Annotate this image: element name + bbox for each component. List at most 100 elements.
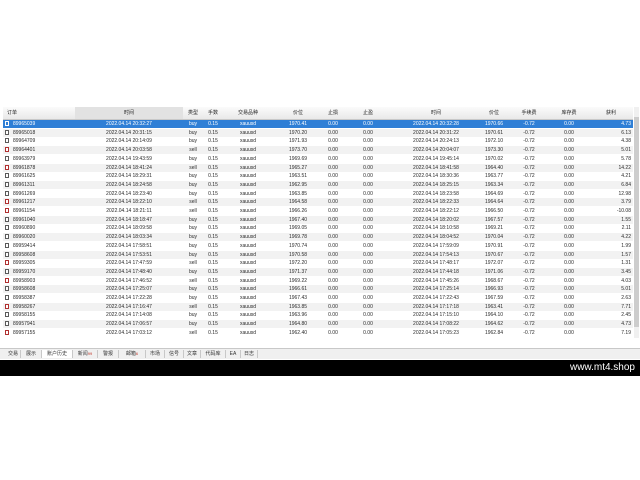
open-time-cell: 2022.04.14 17:06:57 [106,321,152,328]
ticket-cell: 89961217 [13,199,36,206]
table-row[interactable]: 89958608 2022.04.14 17:53:51 buy 0.15 xauusd… [3,250,633,259]
order-icon [5,164,9,170]
table-row[interactable]: 89957155 2022.04.14 17:03:12 sell 0.15 xauus… [3,329,633,337]
table-row[interactable]: 89960020 2022.04.14 18:03:34 buy 0.15 xauusd… [3,233,633,242]
order-icon [5,329,9,335]
table-row[interactable]: 89958387 2022.04.14 17:22:28 buy 0.15 xauusd… [3,294,633,302]
tab-3[interactable]: 新闻99 [73,350,98,358]
swap-cell: 0.00 [564,286,574,293]
symbol-cell: xauusd [239,295,257,301]
col-swap-header[interactable]: 库存费 [549,107,589,119]
tab-8[interactable]: 文章 [184,350,201,358]
tab-label: 市场 [149,351,160,357]
type-cell: buy [188,312,198,319]
tab-4[interactable]: 警报 [98,350,119,358]
commission-cell: -0.72 [523,303,535,310]
table-row[interactable]: 89965039 2022.04.14 20:32:27 buy 0.15 xauusd… [3,120,633,128]
tab-11[interactable]: 日志 [241,350,258,358]
col-close-price-header[interactable]: 价位 [479,107,509,119]
table-row[interactable]: 89961040 2022.04.14 18:18:47 buy 0.15 xauusd… [3,215,633,224]
open-time-cell: 2022.04.14 17:25:07 [106,286,152,293]
symbol-cell: xauusd [239,181,257,188]
close-price-cell: 1963.34 [484,181,504,188]
col-close-time-header[interactable]: 时间 [393,107,479,119]
col-commission-header[interactable]: 手续费 [509,107,549,119]
table-row[interactable]: 89961217 2022.04.14 18:22:10 sell 0.15 xauus… [3,198,633,207]
tab-1[interactable]: 展示 [21,350,42,358]
profit-cell: -10.08 [616,208,631,214]
col-type-header[interactable]: 类型 [183,107,203,119]
symbol-cell: xauusd [239,312,257,319]
tab-9[interactable]: 代码库 [201,350,226,358]
order-icon [5,286,9,292]
col-symbol-header[interactable]: 交易品种 [223,107,273,119]
table-row[interactable]: 89963979 2022.04.14 19:43:59 buy 0.15 xauusd… [3,155,633,163]
ticket-cell: 89961269 [13,190,36,197]
table-row[interactable]: 89964709 2022.04.14 20:14:09 buy 0.15 xauusd… [3,137,633,145]
profit-cell: 4.22 [621,234,631,241]
close-price-cell: 1967.57 [484,216,504,223]
profit-cell: 2.45 [621,312,631,319]
order-icon [5,129,9,135]
table-row[interactable]: 89961311 2022.04.14 18:24:58 buy 0.15 xauusd… [3,180,633,189]
commission-cell: -0.72 [523,199,535,206]
symbol-cell: xauusd [239,329,257,336]
table-row[interactable]: 89964401 2022.04.14 20:03:58 sell 0.15 xauus… [3,146,633,155]
table-row[interactable]: 89965018 2022.04.14 20:31:15 buy 0.15 xauusd… [3,128,633,137]
swap-cell: 0.00 [564,164,574,171]
order-icon [5,190,9,196]
order-icon [5,303,9,309]
open-price-cell: 1970.58 [288,251,308,258]
lots-cell: 0.15 [208,164,218,171]
table-row[interactable]: 89958903 2022.04.14 17:46:52 sell 0.15 xauus… [3,277,633,285]
col-ticket-header[interactable]: 订单 [3,107,79,119]
sl-cell: 0.00 [328,234,338,241]
tab-10[interactable]: EA [226,350,241,358]
close-price-cell: 1964.10 [484,312,504,319]
table-row[interactable]: 89958155 2022.04.14 17:14:08 buy 0.15 xauusd… [3,311,633,319]
col-tp-header[interactable]: 止盈 [343,107,393,119]
sl-cell: 0.00 [328,216,338,223]
tab-2[interactable]: 账户历史 [42,350,73,358]
order-icon [5,155,9,161]
commission-cell: -0.72 [523,155,535,162]
table-row[interactable]: 89959414 2022.04.14 17:58:51 buy 0.15 xauusd… [3,242,633,250]
table-row[interactable]: 89958267 2022.04.14 17:16:47 sell 0.15 xauus… [3,302,633,311]
scrollbar-thumb[interactable] [634,117,639,327]
lots-cell: 0.15 [208,138,218,145]
lots-cell: 0.15 [208,321,218,328]
type-cell: sell [189,147,197,154]
table-row[interactable]: 89957941 2022.04.14 17:06:57 buy 0.15 xauusd… [3,320,633,329]
sl-cell: 0.00 [328,208,338,214]
col-profit-header[interactable]: 获利 [589,107,633,119]
table-row[interactable]: 89961878 2022.04.14 18:41:24 sell 0.15 xauus… [3,163,633,172]
table-row[interactable]: 89959170 2022.04.14 17:48:40 buy 0.15 xauusd… [3,267,633,276]
table-row[interactable]: 89959305 2022.04.14 17:47:59 sell 0.15 xauus… [3,259,633,267]
open-time-cell: 2022.04.14 17:47:59 [106,260,152,267]
table-row[interactable]: 89961625 2022.04.14 18:29:31 buy 0.15 xauusd… [3,172,633,180]
tab-0[interactable]: 交易 [6,350,21,358]
tp-cell: 0.00 [363,121,373,127]
tab-5[interactable]: 邮箱6 [119,350,146,358]
col-open-price-header[interactable]: 价位 [273,107,323,119]
watermark-bar: www.mt4.shop [0,360,640,376]
sl-cell: 0.00 [328,155,338,162]
table-row[interactable]: 89961154 2022.04.14 18:21:11 sell 0.15 xauus… [3,207,633,215]
close-time-cell: 2022.04.14 18:41:58 [413,164,459,171]
order-icon [5,208,9,213]
lots-cell: 0.15 [208,312,218,319]
commission-cell: -0.72 [523,173,535,180]
col-open-time-header[interactable]: 时间 [75,107,183,119]
swap-cell: 0.00 [564,181,574,188]
commission-cell: -0.72 [523,225,535,232]
table-row[interactable]: 89961269 2022.04.14 18:23:40 buy 0.15 xauusd… [3,190,633,198]
tab-7[interactable]: 信号 [165,350,184,358]
symbol-cell: xauusd [239,121,257,127]
table-row[interactable]: 89960890 2022.04.14 18:09:58 buy 0.15 xauusd… [3,224,633,232]
col-sl-header[interactable]: 止损 [323,107,343,119]
open-time-cell: 2022.04.14 18:23:40 [106,190,152,197]
table-row[interactable]: 89958608 2022.04.14 17:25:07 buy 0.15 xauusd… [3,285,633,294]
col-lots-header[interactable]: 手数 [203,107,223,119]
tab-6[interactable]: 市场 [146,350,165,358]
vertical-scrollbar[interactable] [634,107,639,338]
